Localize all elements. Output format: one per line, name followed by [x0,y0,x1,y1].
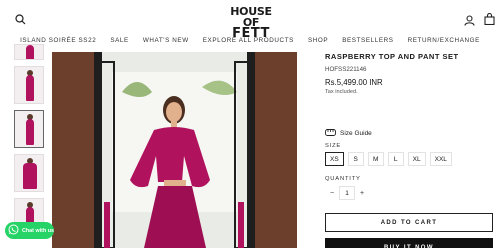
size-option-xs[interactable]: XS [325,152,344,166]
thumbnail-strip [14,44,46,242]
product-sku: HOFSS221146 [325,66,367,73]
quantity-label: QUANTITY [325,176,361,182]
chat-label: Chat with us [22,227,55,234]
nav-item-whats-new[interactable]: WHAT'S NEW [143,37,189,49]
size-guide-label: Size Guide [340,130,372,137]
product-thumbnail[interactable] [14,66,44,104]
product-price: Rs.5,499.00 INR [325,78,383,87]
product-thumbnail[interactable] [14,44,44,60]
nav-item-shop[interactable]: SHOP [308,37,328,49]
product-details: RASPBERRY TOP AND PANT SET HOFSS221146 R… [325,52,497,248]
cart-icon[interactable] [482,12,496,26]
site-header: HOUSE OF FETT [0,0,500,40]
size-option-xl[interactable]: XL [407,152,426,166]
size-option-l[interactable]: L [387,152,404,166]
plus-icon[interactable]: + [355,186,369,200]
user-icon[interactable] [462,13,476,27]
product-thumbnail[interactable] [14,154,44,192]
quantity-stepper: − 1 + [325,186,369,200]
chat-with-us-button[interactable]: Chat with us [5,222,54,239]
nav-item-sale[interactable]: SALE [110,37,129,49]
product-thumbnail[interactable] [14,110,44,148]
nav-item-explore-all[interactable]: EXPLORE ALL PRODUCTS [203,37,294,49]
product-title: RASPBERRY TOP AND PANT SET [325,52,459,61]
main-nav: ISLAND SOIRÉE SS22 SALE WHAT'S NEW EXPLO… [0,37,500,49]
buy-now-button[interactable]: BUY IT NOW [325,238,493,248]
product-main-image[interactable] [52,52,297,248]
size-selector: XS S M L XL XXL [325,152,452,166]
size-option-s[interactable]: S [347,152,364,166]
size-label: SIZE [325,143,342,149]
add-to-cart-button[interactable]: ADD TO CART [325,213,493,232]
size-option-xxl[interactable]: XXL [429,152,452,166]
search-icon[interactable] [13,12,27,26]
ruler-icon [325,129,336,138]
nav-item-return-exchange[interactable]: RETURN/EXCHANGE [408,37,480,49]
quantity-value[interactable]: 1 [339,186,355,200]
brand-logo[interactable]: HOUSE OF FETT [222,6,280,40]
size-option-m[interactable]: M [367,152,384,166]
tax-note: Tax included. [325,89,358,95]
minus-icon[interactable]: − [325,186,339,200]
whatsapp-icon [8,222,19,240]
size-guide-link[interactable]: Size Guide [325,129,372,138]
nav-item-bestsellers[interactable]: BESTSELLERS [342,37,393,49]
